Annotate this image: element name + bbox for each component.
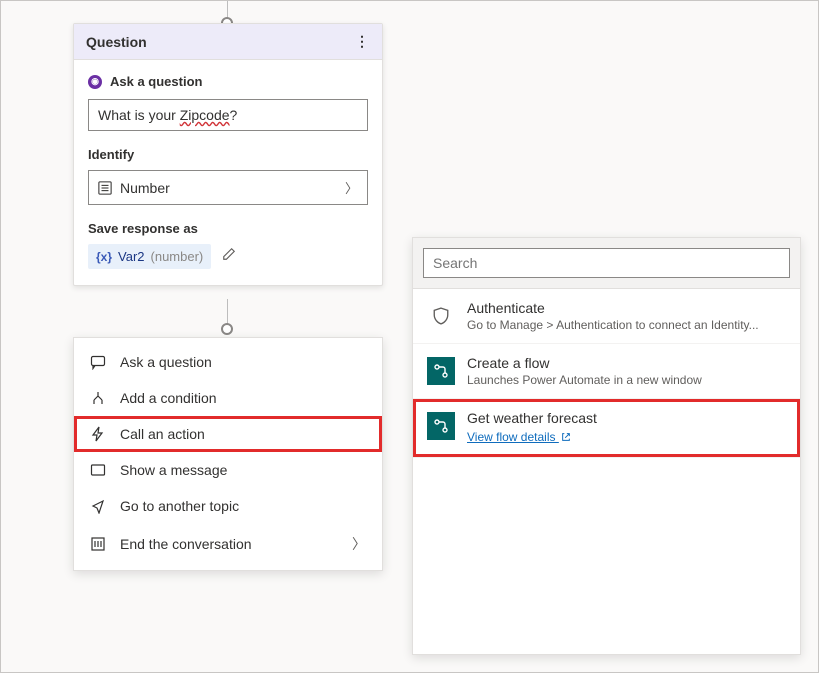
- question-type-icon: ◉: [88, 75, 102, 89]
- branch-icon: [90, 390, 106, 406]
- menu-item-label: Ask a question: [120, 354, 212, 370]
- view-flow-details-link[interactable]: View flow details: [467, 430, 571, 444]
- variable-name: Var2: [118, 249, 145, 264]
- question-title: Question: [86, 34, 147, 50]
- flow-icon: [427, 357, 455, 385]
- action-subtitle: Launches Power Automate in a new window: [467, 373, 786, 387]
- action-option-get-weather-forecast[interactable]: Get weather forecast View flow details: [413, 399, 800, 458]
- menu-item-show-a-message[interactable]: Show a message: [74, 452, 382, 488]
- variable-type: (number): [151, 249, 204, 264]
- action-option-create-a-flow[interactable]: Create a flow Launches Power Automate in …: [413, 344, 800, 399]
- more-options-icon[interactable]: ⋮: [354, 33, 370, 50]
- chat-icon: [90, 354, 106, 370]
- ask-question-section-title: ◉ Ask a question: [88, 74, 368, 89]
- menu-item-ask-a-question[interactable]: Ask a question: [74, 344, 382, 380]
- question-node: Question ⋮ ◉ Ask a question What is your…: [73, 23, 383, 286]
- identify-selector[interactable]: Number 〉: [88, 170, 368, 205]
- menu-item-label: End the conversation: [120, 536, 252, 552]
- menu-item-label: Go to another topic: [120, 498, 239, 514]
- flow-icon: [427, 412, 455, 440]
- lightning-icon: [90, 426, 106, 442]
- shield-icon: [427, 302, 455, 330]
- menu-item-label: Show a message: [120, 462, 227, 478]
- chevron-right-icon: 〉: [352, 534, 366, 554]
- end-icon: [90, 536, 106, 552]
- action-subtitle: Go to Manage > Authentication to connect…: [467, 318, 786, 332]
- chevron-right-icon: 〉: [345, 178, 358, 197]
- share-icon: [90, 498, 106, 514]
- question-header: Question ⋮: [74, 24, 382, 60]
- action-title: Create a flow: [467, 355, 786, 371]
- menu-item-call-an-action[interactable]: Call an action: [74, 416, 382, 452]
- variable-icon: {x}: [96, 250, 112, 264]
- save-response-label: Save response as: [88, 221, 368, 236]
- search-input[interactable]: [423, 248, 790, 278]
- action-option-authenticate[interactable]: Authenticate Go to Manage > Authenticatio…: [413, 289, 800, 344]
- edit-variable-icon[interactable]: [222, 248, 236, 265]
- question-text-input[interactable]: What is your Zipcode?: [88, 99, 368, 131]
- menu-item-add-a-condition[interactable]: Add a condition: [74, 380, 382, 416]
- menu-item-label: Add a condition: [120, 390, 217, 406]
- action-title: Get weather forecast: [467, 410, 786, 426]
- action-title: Authenticate: [467, 300, 786, 316]
- menu-item-end-the-conversation[interactable]: End the conversation 〉: [74, 524, 382, 564]
- number-type-icon: [98, 181, 112, 195]
- identify-label: Identify: [88, 147, 368, 162]
- action-picker-panel: Authenticate Go to Manage > Authenticatio…: [412, 237, 801, 655]
- identify-value: Number: [120, 180, 170, 196]
- message-icon: [90, 462, 106, 478]
- variable-chip[interactable]: {x} Var2 (number): [88, 244, 211, 269]
- menu-item-go-to-another-topic[interactable]: Go to another topic: [74, 488, 382, 524]
- add-node-menu: Ask a question Add a condition Call an act…: [73, 337, 383, 571]
- menu-item-label: Call an action: [120, 426, 205, 442]
